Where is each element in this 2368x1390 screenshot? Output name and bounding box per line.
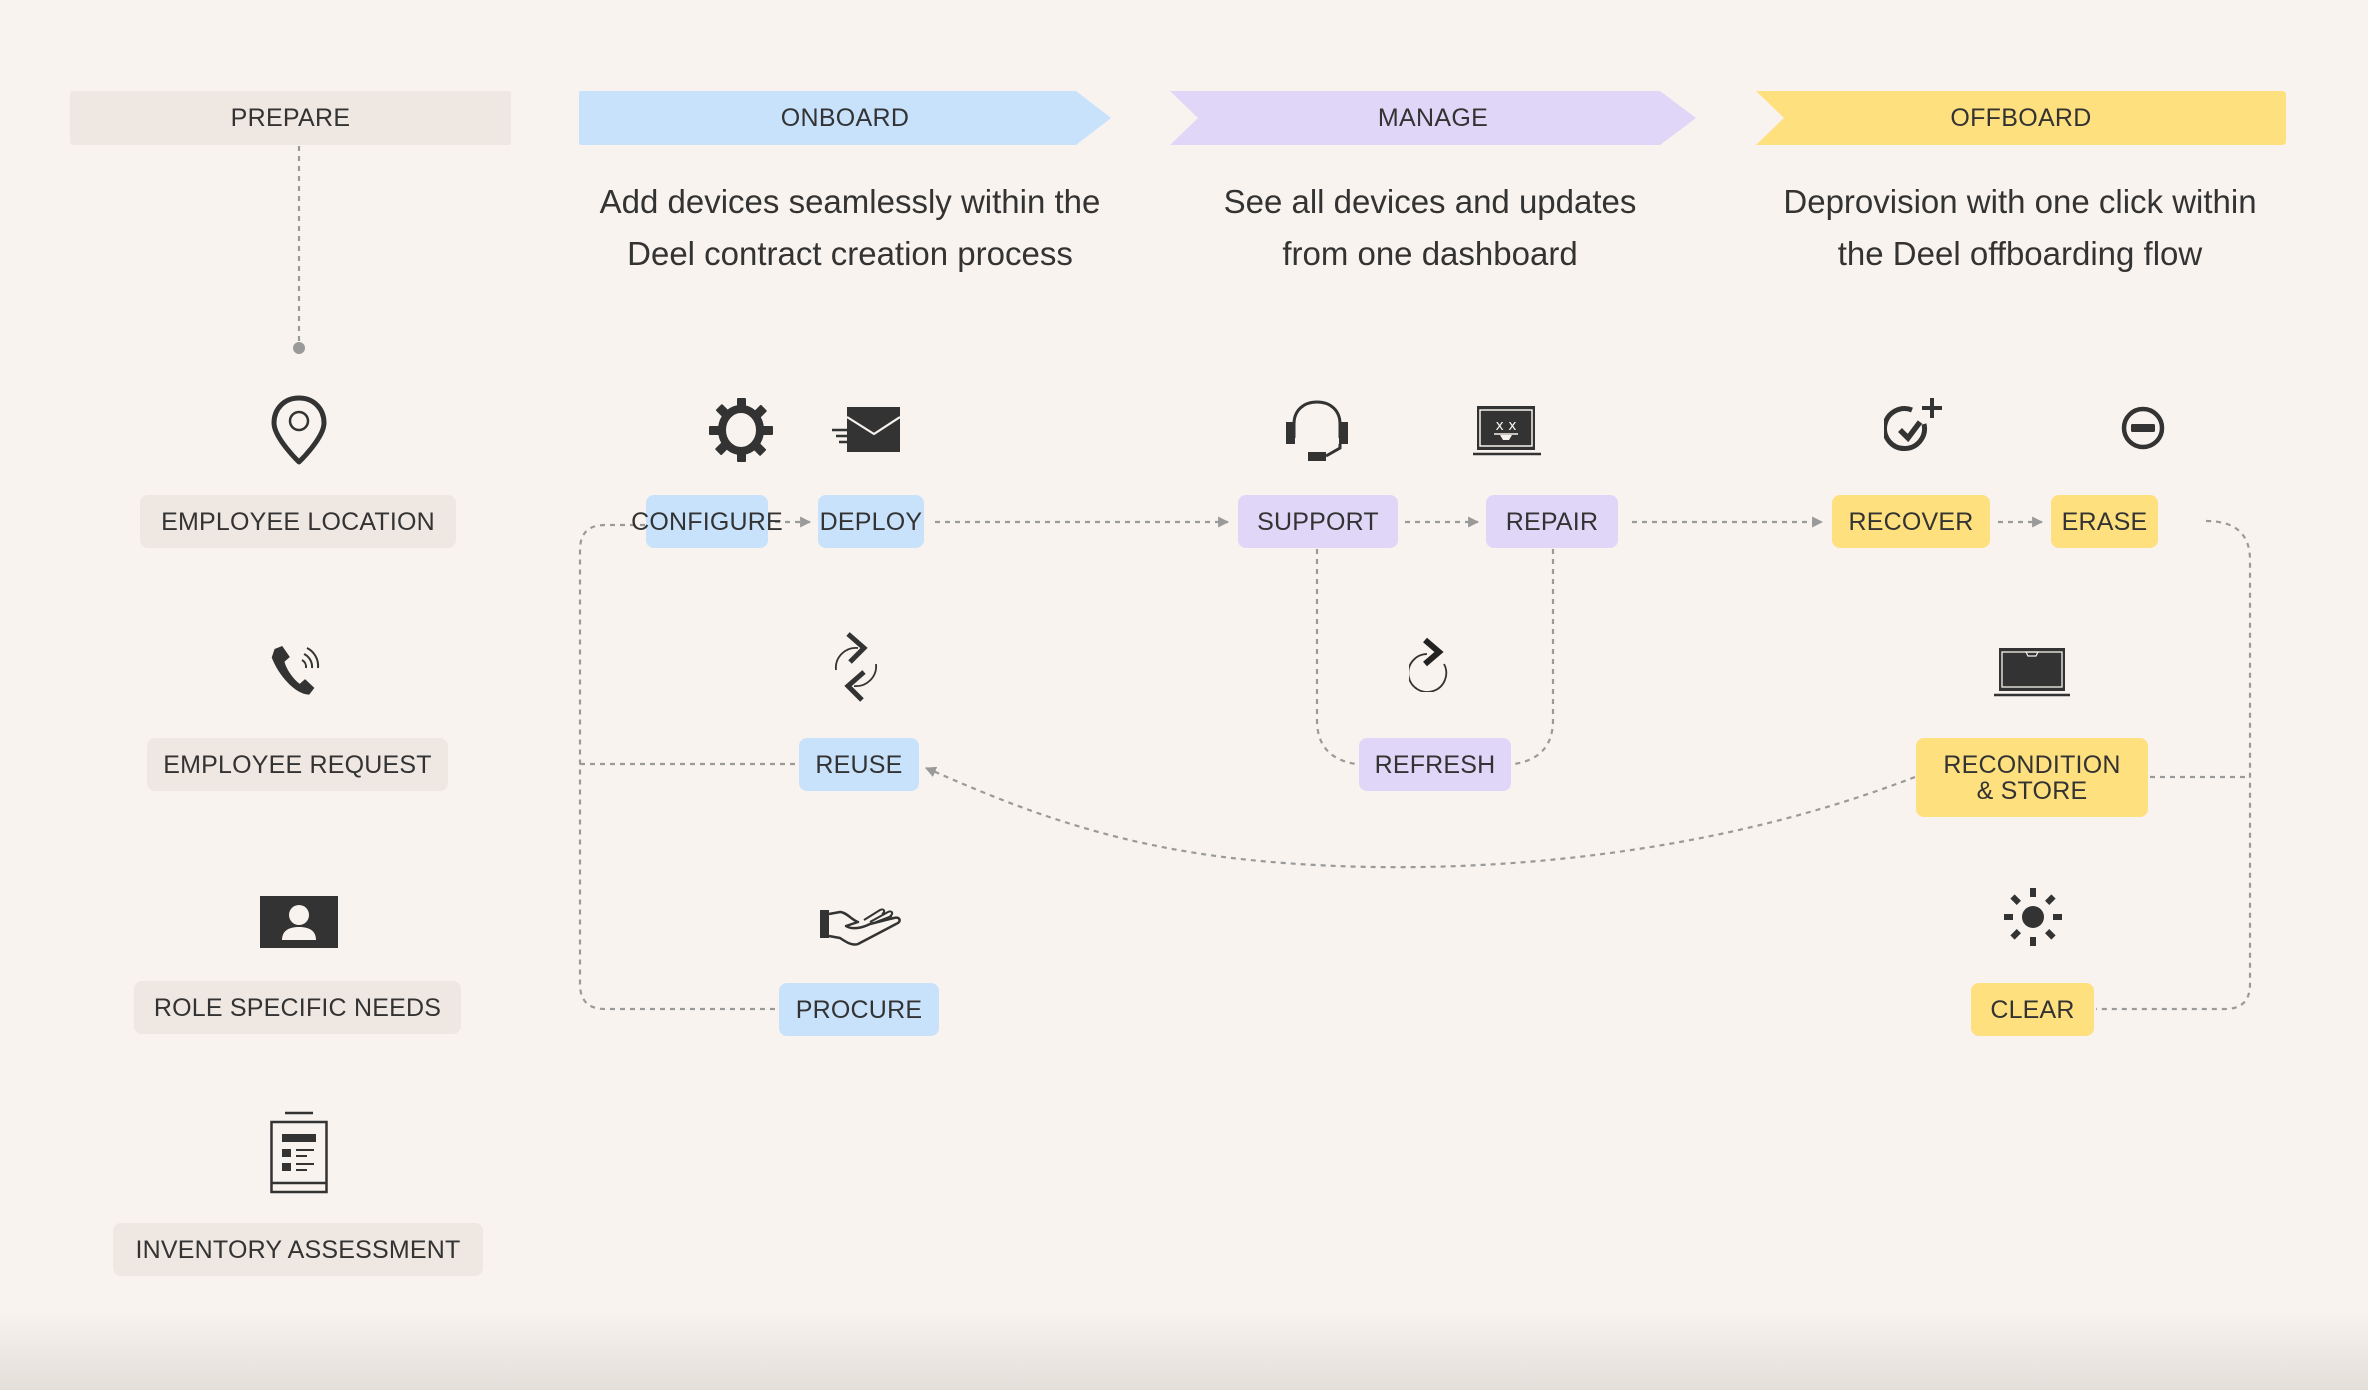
step-label-line1: RECONDITION xyxy=(1943,750,2121,779)
step-label: ERASE xyxy=(2061,507,2148,536)
onboard-description-line2: Deel contract creation process xyxy=(627,235,1073,272)
step-label: CLEAR xyxy=(1990,995,2075,1024)
sun-icon xyxy=(2003,887,2063,947)
step-label: EMPLOYEE REQUEST xyxy=(163,750,432,779)
minus-circle-icon xyxy=(2119,404,2167,452)
step-refresh: REFRESH xyxy=(1359,738,1511,791)
clipboard-checklist-icon xyxy=(270,1111,328,1194)
connector-support-refresh xyxy=(1315,549,1357,766)
step-role-specific-needs: ROLE SPECIFIC NEEDS xyxy=(134,981,461,1034)
phase-prepare-banner: PREPARE xyxy=(70,91,511,145)
step-employee-request: EMPLOYEE REQUEST xyxy=(147,738,448,791)
refresh-arrow-icon xyxy=(1409,636,1455,692)
step-label: RECOVER xyxy=(1848,507,1974,536)
step-employee-location: EMPLOYEE LOCATION xyxy=(140,495,456,548)
offboard-description-line1: Deprovision with one click within xyxy=(1783,183,2257,220)
swap-arrows-icon xyxy=(828,630,884,704)
phase-offboard-label: OFFBOARD xyxy=(1950,103,2092,132)
step-clear: CLEAR xyxy=(1971,983,2094,1036)
step-label: PROCURE xyxy=(795,995,923,1024)
location-pin-icon xyxy=(269,394,329,466)
step-reuse: REUSE xyxy=(799,738,919,791)
bottom-shadow xyxy=(0,1310,2368,1390)
check-plus-icon xyxy=(1884,396,1944,454)
gear-icon xyxy=(709,398,773,462)
step-label-line2: & STORE xyxy=(1976,776,2088,805)
headset-icon xyxy=(1284,400,1350,464)
offboard-description: Deprovision with one click within the De… xyxy=(1735,176,2305,280)
phase-onboard-banner: ONBOARD xyxy=(579,91,1111,145)
phase-manage-label: MANAGE xyxy=(1377,103,1489,132)
step-label: SUPPORT xyxy=(1257,507,1379,536)
connector-left-loop xyxy=(578,523,778,1011)
step-label: REUSE xyxy=(815,750,903,779)
onboard-description-line1: Add devices seamlessly within the xyxy=(599,183,1101,220)
offboard-description-line2: the Deel offboarding flow xyxy=(1837,235,2203,272)
manage-description: See all devices and updates from one das… xyxy=(1150,176,1710,280)
send-mail-icon xyxy=(830,406,900,453)
step-recondition-store: RECONDITION & STORE xyxy=(1916,738,2148,817)
broken-laptop-icon: x x xyxy=(1473,404,1541,456)
manage-description-line2: from one dashboard xyxy=(1282,235,1578,272)
step-label: REPAIR xyxy=(1505,507,1599,536)
step-label: DEPLOY xyxy=(819,507,923,536)
step-repair: REPAIR xyxy=(1486,495,1618,548)
svg-text:x x: x x xyxy=(1495,418,1516,434)
phase-prepare-label: PREPARE xyxy=(230,103,351,132)
step-configure: CONFIGURE xyxy=(631,495,783,548)
person-card-icon xyxy=(260,896,338,948)
step-label: INVENTORY ASSESSMENT xyxy=(135,1235,461,1264)
phase-manage-banner: MANAGE xyxy=(1170,91,1696,145)
laptop-icon xyxy=(1994,648,2070,698)
onboard-description: Add devices seamlessly within the Deel c… xyxy=(565,176,1135,280)
open-hand-icon xyxy=(818,906,902,948)
step-label: REFRESH xyxy=(1374,750,1496,779)
manage-description-line1: See all devices and updates xyxy=(1223,183,1637,220)
step-erase: ERASE xyxy=(2051,495,2158,548)
phase-onboard-label: ONBOARD xyxy=(780,103,910,132)
connector-repair-refresh xyxy=(1513,549,1555,766)
step-inventory-assessment: INVENTORY ASSESSMENT xyxy=(113,1223,483,1276)
step-label: EMPLOYEE LOCATION xyxy=(161,507,435,536)
phase-offboard-banner: OFFBOARD xyxy=(1756,91,2286,145)
step-procure: PROCURE xyxy=(779,983,939,1036)
connector-dot xyxy=(293,342,305,354)
step-support: SUPPORT xyxy=(1238,495,1398,548)
step-label: ROLE SPECIFIC NEEDS xyxy=(153,993,442,1022)
phone-ringing-icon xyxy=(270,642,326,700)
step-recover: RECOVER xyxy=(1832,495,1990,548)
step-label: RECONDITION & STORE xyxy=(1943,752,2120,804)
step-label: CONFIGURE xyxy=(631,507,783,536)
step-deploy: DEPLOY xyxy=(818,495,924,548)
